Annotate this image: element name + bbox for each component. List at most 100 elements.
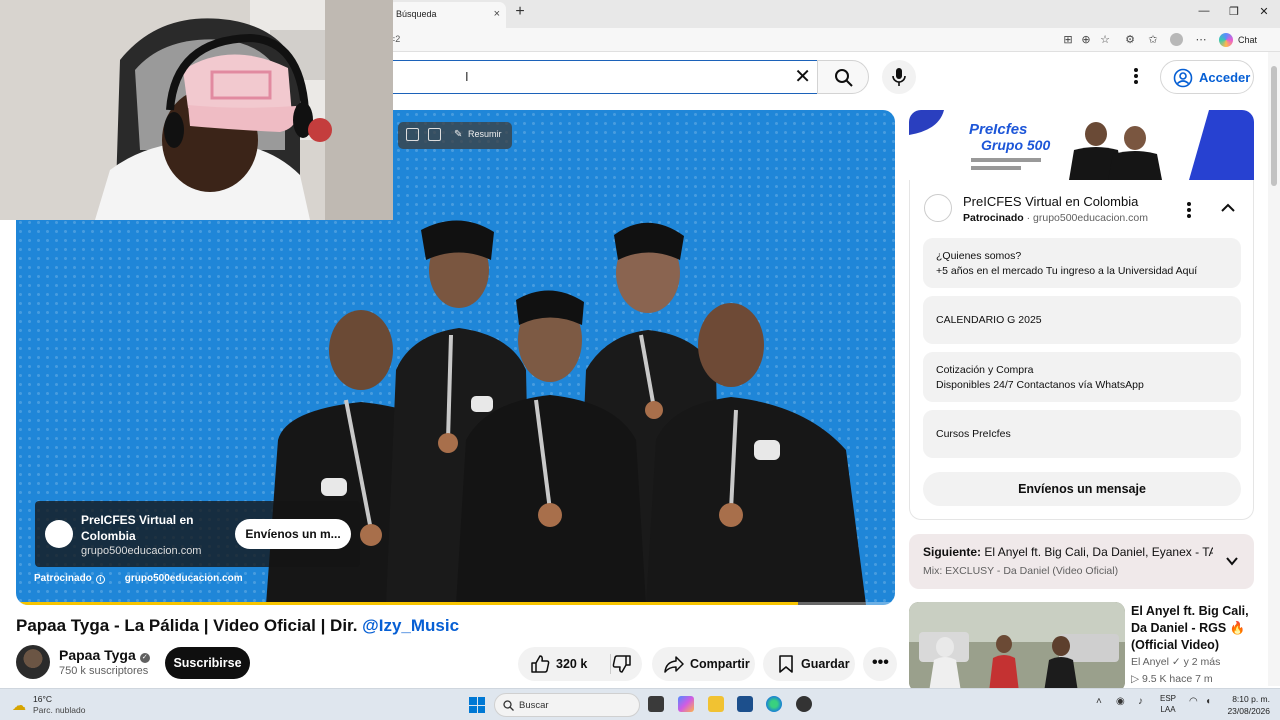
ad-sitelink[interactable]: Cursos PreIcfes — [923, 410, 1241, 458]
ad-sitelink[interactable]: CALENDARIO G 2025 — [923, 296, 1241, 344]
search-button[interactable] — [817, 60, 869, 94]
task-view-icon[interactable] — [648, 696, 664, 712]
like-dislike-group: 320 k — [518, 647, 642, 681]
like-icon[interactable] — [530, 654, 550, 674]
chevron-down-icon[interactable] — [1225, 554, 1239, 568]
ad-overlay-card[interactable]: PreICFES Virtual en Colombia grupo500edu… — [35, 501, 360, 567]
ad-sitelink[interactable]: Cotización y Compra Disponibles 24/7 Con… — [923, 352, 1241, 402]
extensions-icon[interactable]: ⚙ — [1122, 32, 1138, 48]
minimize-button[interactable]: — — [1194, 5, 1214, 17]
weather-condition[interactable]: Parc. nublado — [33, 705, 85, 715]
advertiser-logo — [924, 194, 952, 222]
page-scrollbar[interactable] — [1268, 52, 1280, 686]
weather-temperature[interactable]: 16°C — [33, 694, 52, 704]
weather-icon[interactable]: ☁ — [12, 697, 26, 714]
chat-label[interactable]: Chat — [1238, 35, 1257, 45]
profile-avatar[interactable] — [1170, 33, 1183, 46]
sidebar-ad-sponsored-label: Patrocinado — [963, 212, 1024, 224]
more-options-icon[interactable]: ⋯ — [1193, 32, 1209, 48]
account-icon — [1173, 68, 1193, 88]
channel-avatar[interactable] — [16, 645, 50, 679]
sidebar-ad-sponsored: Patrocinado · grupo500educacion.com — [963, 212, 1148, 224]
tab-title: Búsqueda — [396, 9, 437, 19]
summarize-button[interactable]: Resumir — [468, 129, 502, 139]
settings-menu-icon[interactable] — [1126, 66, 1146, 90]
thumbnail-image — [909, 602, 1125, 692]
share-icon — [664, 656, 684, 673]
verified-badge-icon: ✓ — [139, 653, 150, 663]
network-status-icon[interactable]: ◉ — [1116, 696, 1125, 707]
zoom-icon[interactable]: ⊕ — [1078, 32, 1094, 48]
info-icon[interactable]: i — [95, 575, 105, 584]
clock-date: 23/08/2026 — [1227, 706, 1270, 716]
system-clock[interactable]: 8:10 p. m. 23/08/2026 — [1224, 693, 1270, 717]
favorites-icon[interactable]: ✩ — [1145, 32, 1161, 48]
start-menu-icon[interactable] — [469, 697, 485, 713]
sidebar-ad-cta-button[interactable]: Envíenos un mensaje — [923, 472, 1241, 506]
windows-taskbar: ☁ 16°C Parc. nublado Buscar ˄ ◉ ♪ ESP LA… — [0, 688, 1280, 720]
video-title: Papaa Tyga - La Pálida | Video Oficial |… — [16, 616, 459, 636]
ad-menu-icon[interactable] — [1182, 200, 1196, 220]
browser-tab[interactable]: Búsqueda × — [388, 2, 506, 28]
volume-icon[interactable]: ◖ — [1205, 696, 1211, 707]
pip-icon[interactable] — [406, 128, 419, 141]
like-count[interactable]: 320 k — [556, 657, 587, 671]
language-indicator[interactable]: ESP LAA — [1160, 693, 1176, 715]
sidebar-ad-banner[interactable]: PreIcfes Grupo 500 — [909, 110, 1254, 180]
webcam-feed-image — [0, 0, 393, 220]
advertiser-logo — [45, 520, 73, 548]
ad-sitelink-desc: Disponibles 24/7 Contactanos vía WhatsAp… — [936, 379, 1144, 391]
recommended-video-channel[interactable]: El Anyel ✓ y 2 más — [1131, 656, 1220, 668]
sidebar-ad-title[interactable]: PreICFES Virtual en Colombia — [963, 194, 1138, 209]
sponsored-domain[interactable]: grupo500educacion.com — [125, 573, 243, 584]
dislike-icon[interactable] — [612, 654, 632, 674]
clear-search-icon[interactable]: ✕ — [794, 65, 811, 89]
subscriber-count: 750 k suscriptores — [59, 665, 149, 677]
share-label: Compartir — [690, 657, 750, 671]
chevron-up-icon[interactable]: ˄ — [1096, 696, 1102, 707]
wifi-icon[interactable]: ◠ — [1189, 696, 1198, 707]
voice-search-button[interactable] — [882, 60, 916, 94]
ad-overlay-domain: grupo500educacion.com — [81, 545, 202, 557]
edge-browser-icon[interactable] — [766, 696, 782, 712]
webcam-overlay — [0, 0, 393, 220]
signin-button[interactable]: Acceder — [1160, 60, 1254, 94]
capture-icon[interactable] — [428, 128, 441, 141]
app-available-icon[interactable]: ⊞ — [1060, 32, 1076, 48]
recommended-video-thumbnail[interactable] — [909, 602, 1125, 692]
up-next-label: Siguiente: — [923, 545, 982, 559]
up-next-panel[interactable]: Siguiente: El Anyel ft. Big Cali, Da Dan… — [909, 534, 1254, 589]
save-button[interactable]: Guardar — [763, 647, 855, 681]
favorite-star-icon[interactable]: ☆ — [1097, 32, 1113, 48]
new-tab-button[interactable]: + — [512, 3, 528, 21]
scrollbar-thumb[interactable] — [1271, 66, 1277, 186]
app-icon[interactable] — [796, 696, 812, 712]
ad-sitelink[interactable]: ¿Quienes somos? +5 años en el mercado Tu… — [923, 238, 1241, 288]
microphone-icon — [892, 68, 906, 86]
taskbar-search-label: Buscar — [519, 700, 549, 711]
channel-name-text: Papaa Tyga — [59, 647, 136, 663]
close-window-button[interactable]: ✕ — [1254, 5, 1274, 18]
tab-close-icon[interactable]: × — [494, 2, 500, 26]
taskbar-search[interactable]: Buscar — [494, 693, 640, 717]
restore-button[interactable]: ❐ — [1224, 5, 1244, 18]
store-icon[interactable] — [737, 696, 753, 712]
copilot-taskbar-icon[interactable] — [678, 696, 694, 712]
microphone-icon[interactable]: ♪ — [1138, 696, 1143, 707]
sidebar-ad-domain[interactable]: · grupo500educacion.com — [1027, 212, 1148, 224]
search-icon — [503, 700, 514, 711]
subscribe-button[interactable]: Suscribirse — [165, 647, 250, 679]
copilot-icon[interactable] — [1219, 33, 1233, 47]
chevron-up-icon[interactable] — [1220, 200, 1236, 216]
ad-overlay-title: PreICFES Virtual en Colombia — [81, 513, 194, 543]
ad-overlay-cta-button[interactable]: Envíenos un m... — [235, 519, 351, 549]
search-input[interactable]: I ✕ — [380, 60, 817, 94]
keyboard-layout: LAA — [1160, 705, 1176, 714]
file-explorer-icon[interactable] — [708, 696, 724, 712]
share-button[interactable]: Compartir — [652, 647, 755, 681]
director-link[interactable]: @Izy_Music — [362, 616, 459, 635]
channel-name[interactable]: Papaa Tyga ✓ — [59, 647, 150, 663]
recommended-video-title[interactable]: El Anyel ft. Big Cali, Da Daniel - RGS 🔥… — [1131, 603, 1256, 654]
ad-progress-bar[interactable] — [16, 602, 895, 605]
more-actions-button[interactable]: ••• — [863, 647, 897, 681]
